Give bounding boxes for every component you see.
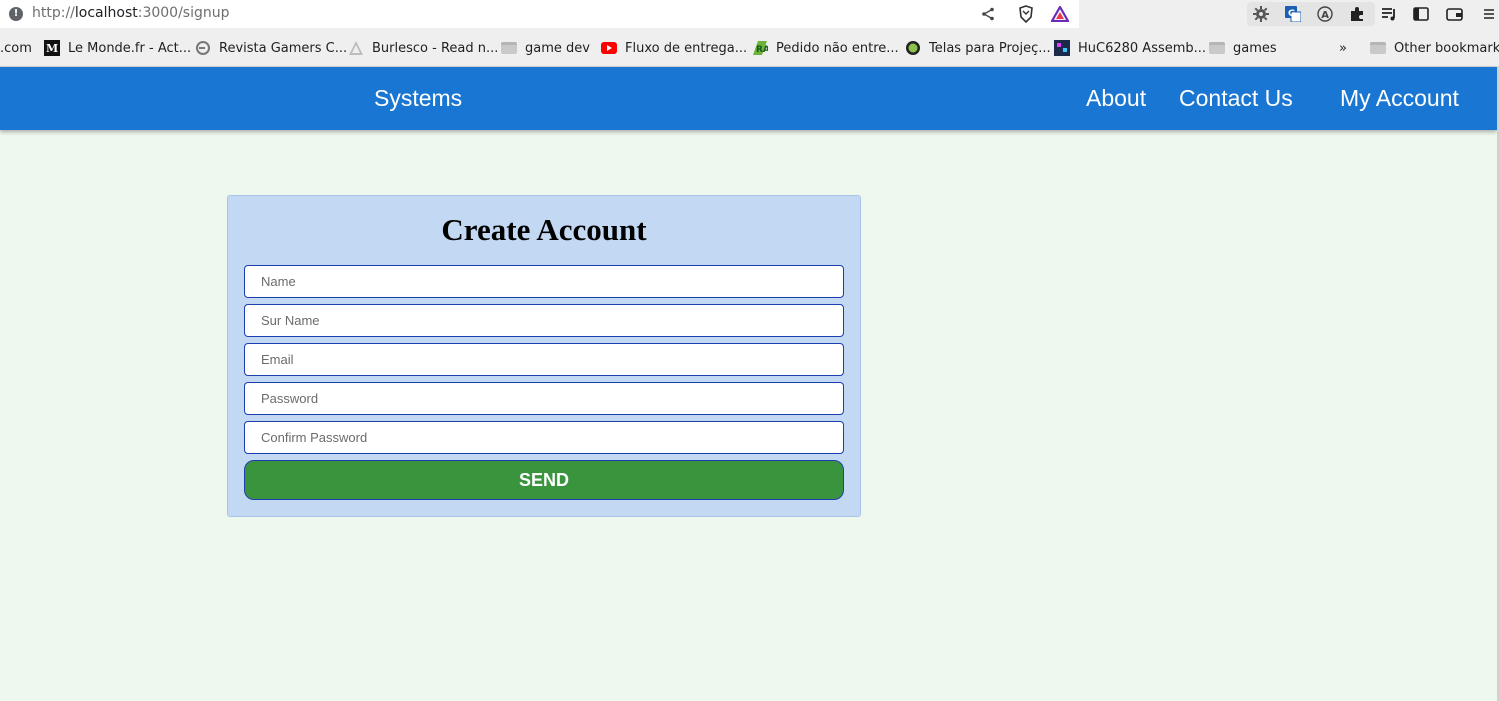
bookmarks-overflow-button[interactable]: » <box>1339 39 1347 57</box>
bookmark-label: Le Monde.fr - Act... <box>68 40 192 56</box>
address-bar: ! http://localhost:3000/signup G A <box>0 0 1499 28</box>
other-bookmarks-folder[interactable]: Other bookmarks <box>1370 39 1499 57</box>
url-host: localhost <box>74 5 138 21</box>
bookmark-label: .com <box>0 40 32 56</box>
svg-text:A: A <box>1321 10 1329 21</box>
brave-shield-icon[interactable] <box>1017 5 1035 23</box>
url-path: :3000/signup <box>137 5 230 21</box>
bookmark-label: HuC6280 Assemb... <box>1078 40 1207 56</box>
bookmark-item[interactable]: Burlesco - Read n... <box>348 39 498 57</box>
bookmark-item[interactable]: M Le Monde.fr - Act... <box>44 39 191 57</box>
url-field[interactable]: http://localhost:3000/signup <box>32 5 230 21</box>
bookmark-label: Other bookmarks <box>1394 40 1499 56</box>
folder-icon <box>1370 40 1386 56</box>
surname-field[interactable] <box>244 304 844 337</box>
burlesco-icon <box>348 40 364 56</box>
bookmark-label: game dev <box>525 40 590 56</box>
huc6280-icon <box>1054 40 1070 56</box>
bookmark-item[interactable]: HuC6280 Assemb... <box>1054 39 1206 57</box>
send-button[interactable]: SEND <box>244 460 844 500</box>
bookmarks-bar: .com M Le Monde.fr - Act... Revista Gamer… <box>0 28 1499 67</box>
form-title: Create Account <box>441 212 647 247</box>
bookmark-label: Telas para Projeç... <box>929 40 1051 56</box>
app-navbar: Systems About Contact Us My Account <box>0 67 1497 130</box>
confirm-password-field[interactable] <box>244 421 844 454</box>
svg-text:RA: RA <box>756 45 768 55</box>
telas-icon <box>905 40 921 56</box>
svg-text:M: M <box>46 42 58 55</box>
name-field[interactable] <box>244 265 844 298</box>
password-field[interactable] <box>244 382 844 415</box>
nav-link-my-account[interactable]: My Account <box>1340 85 1459 112</box>
sidebar-icon[interactable] <box>1412 5 1430 23</box>
brave-rewards-icon[interactable] <box>1051 5 1069 23</box>
bookmark-folder[interactable]: game dev <box>501 39 590 57</box>
bookmark-item[interactable]: RA Pedido não entre... <box>752 39 899 57</box>
signup-card: Create Account SEND <box>227 195 861 517</box>
bookmark-label: Fluxo de entrega... <box>625 40 748 56</box>
extension-translate-icon[interactable]: G <box>1284 5 1302 23</box>
youtube-icon <box>601 40 617 56</box>
wallet-icon[interactable] <box>1446 5 1464 23</box>
extension-gear-icon[interactable] <box>1252 5 1270 23</box>
bookmark-item[interactable]: .com <box>0 39 32 57</box>
nav-link-about[interactable]: About <box>1086 85 1146 112</box>
brand-link[interactable]: Systems <box>374 85 462 112</box>
nav-link-contact-us[interactable]: Contact Us <box>1179 85 1293 112</box>
svg-text:G: G <box>1288 9 1295 19</box>
bookmark-folder[interactable]: games <box>1209 39 1277 57</box>
bookmark-label: Revista Gamers C... <box>219 40 348 56</box>
bookmark-label: games <box>1233 40 1277 56</box>
menu-icon[interactable] <box>1480 5 1498 23</box>
gamers-icon <box>195 40 211 56</box>
bookmark-item[interactable]: Revista Gamers C... <box>195 39 347 57</box>
share-icon[interactable] <box>979 5 997 23</box>
url-scheme: http:// <box>32 5 75 21</box>
bookmark-item[interactable]: Telas para Projeç... <box>905 39 1051 57</box>
overflow-chevron-icon: » <box>1339 40 1347 56</box>
folder-icon <box>1209 40 1225 56</box>
playlist-icon[interactable] <box>1380 5 1398 23</box>
bookmark-label: Pedido não entre... <box>776 40 899 56</box>
email-field[interactable] <box>244 343 844 376</box>
info-icon[interactable]: ! <box>9 7 23 21</box>
folder-icon <box>501 40 517 56</box>
reclame-aqui-icon: RA <box>752 40 768 56</box>
extension-a-icon[interactable]: A <box>1316 5 1334 23</box>
bookmark-item[interactable]: Fluxo de entrega... <box>601 39 747 57</box>
le-monde-icon: M <box>44 40 60 56</box>
puzzle-icon[interactable] <box>1348 5 1366 23</box>
bookmark-label: Burlesco - Read n... <box>372 40 499 56</box>
